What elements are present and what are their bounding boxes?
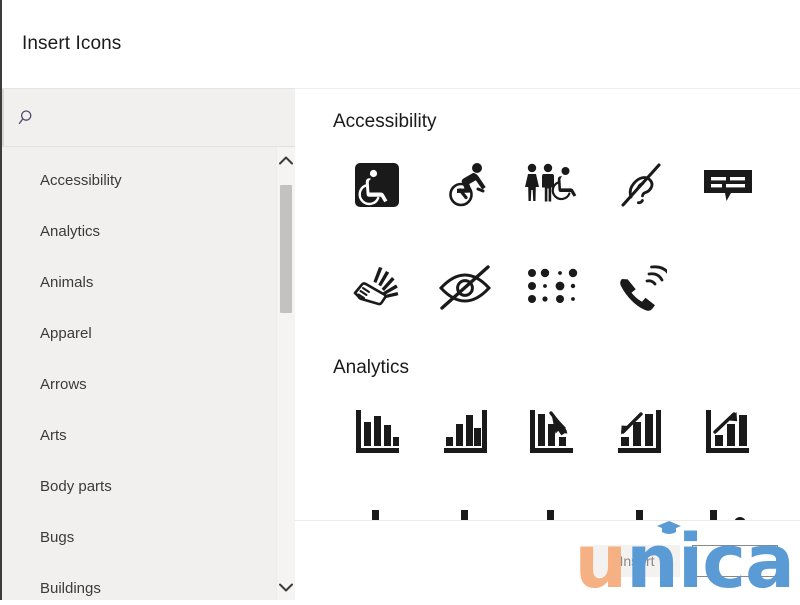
deaf-ear-icon[interactable] (596, 137, 684, 233)
bar-chart-partial-1-icon[interactable] (333, 485, 421, 520)
search-icon (18, 108, 38, 128)
bar-chart-up-arrow-left-icon[interactable] (596, 383, 684, 479)
sidebar-item-buildings[interactable]: Buildings (2, 563, 295, 600)
bar-chart-partial-5-icon[interactable] (684, 485, 772, 520)
wheelchair-racer-icon[interactable] (421, 137, 509, 233)
chevron-down-icon[interactable] (277, 574, 295, 600)
sidebar-item-bugs[interactable]: Bugs (2, 512, 295, 563)
chevron-up-icon[interactable] (277, 147, 295, 173)
bar-chart-mixed-icon[interactable] (421, 383, 509, 479)
sidebar-item-label: Analytics (40, 223, 101, 240)
dialog-body: Accessibility Analytics Animals Apparel Arro… (2, 88, 800, 600)
dialog-header: Insert Icons (2, 0, 800, 88)
sidebar-item-label: Bugs (40, 529, 75, 546)
sidebar-item-body-parts[interactable]: Body parts (2, 461, 295, 512)
bar-chart-up-arrow-right-icon[interactable] (684, 383, 772, 479)
category-list: Accessibility Analytics Animals Apparel Arro… (2, 147, 295, 600)
scrollbar-thumb[interactable] (280, 185, 292, 313)
sidebar-scrollbar[interactable] (276, 147, 295, 600)
bar-chart-partial-3-icon[interactable] (509, 485, 597, 520)
closed-caption-icon[interactable] (684, 137, 772, 233)
icon-grid-accessibility (333, 137, 772, 335)
bar-chart-partial-4-icon[interactable] (596, 485, 684, 520)
sidebar-item-analytics[interactable]: Analytics (2, 206, 295, 257)
bar-chart-down-arrow-icon[interactable] (509, 383, 597, 479)
category-sidebar: Accessibility Analytics Animals Apparel Arro… (2, 88, 295, 600)
accessible-group-icon[interactable] (509, 137, 597, 233)
bar-chart-descending-icon[interactable] (333, 383, 421, 479)
sidebar-item-label: Arrows (40, 376, 87, 393)
insert-button[interactable]: Insert (594, 544, 680, 577)
phone-sound-waves-icon[interactable] (596, 239, 684, 335)
sidebar-item-label: Apparel (40, 325, 92, 342)
sidebar-item-label: Arts (40, 427, 67, 444)
search-input[interactable] (38, 89, 295, 146)
icon-gallery-panel: Accessibility Analytics Insert (295, 88, 800, 600)
category-scroll-area: Accessibility Analytics Animals Apparel Arro… (2, 147, 295, 600)
sidebar-item-label: Animals (40, 274, 94, 291)
cancel-button[interactable] (692, 544, 778, 577)
sidebar-item-apparel[interactable]: Apparel (2, 308, 295, 359)
search-bar[interactable] (2, 89, 295, 147)
sidebar-item-arts[interactable]: Arts (2, 410, 295, 461)
dialog-footer: Insert (295, 520, 800, 600)
insert-icons-dialog: Insert Icons Accessibility Analytics Anima… (0, 0, 800, 600)
braille-icon[interactable] (509, 239, 597, 335)
icon-gallery-scroll: Accessibility Analytics (295, 89, 800, 520)
sidebar-item-arrows[interactable]: Arrows (2, 359, 295, 410)
sidebar-item-label: Buildings (40, 580, 101, 597)
icon-grid-analytics (333, 383, 772, 520)
eye-slash-blind-icon[interactable] (421, 239, 509, 335)
sidebar-item-label: Accessibility (40, 172, 122, 189)
page-title: Insert Icons (22, 33, 122, 54)
sidebar-item-accessibility[interactable]: Accessibility (2, 155, 295, 206)
sign-language-hands-icon[interactable] (333, 239, 421, 335)
bar-chart-partial-2-icon[interactable] (421, 485, 509, 520)
section-title-accessibility: Accessibility (333, 111, 437, 132)
sidebar-item-label: Body parts (40, 478, 112, 495)
section-title-analytics: Analytics (333, 357, 410, 378)
scrollbar-track[interactable] (277, 173, 295, 574)
sidebar-item-animals[interactable]: Animals (2, 257, 295, 308)
wheelchair-sign-icon[interactable] (333, 137, 421, 233)
